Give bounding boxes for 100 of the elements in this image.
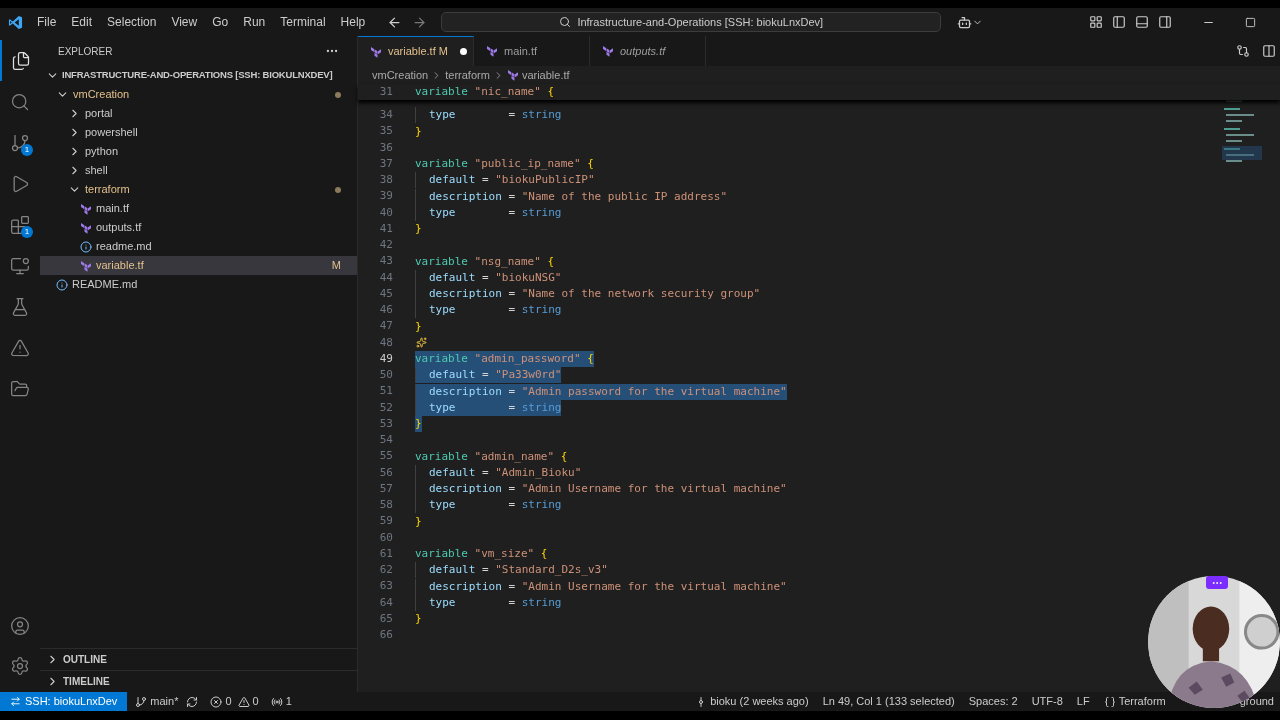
forward-icon[interactable] (412, 14, 428, 30)
tree-item[interactable]: README.md (40, 275, 357, 294)
error-icon (210, 695, 223, 708)
tree-item[interactable]: vmCreation (40, 85, 357, 104)
status-item[interactable]: UTF-8 (1031, 693, 1063, 710)
layout-icon[interactable] (1089, 15, 1103, 29)
tree-item-label: vmCreation (73, 87, 130, 103)
git-icon (10, 132, 30, 153)
line-number: 50 (378, 367, 393, 384)
panel-right-icon[interactable] (1158, 15, 1172, 29)
menu-item[interactable]: Run (243, 13, 266, 31)
sync-icon[interactable] (186, 695, 199, 708)
tree-item-label: variable.tf (96, 258, 144, 274)
code-line: variable "nic_name" { (415, 84, 555, 101)
modified-status-text: M (331, 258, 341, 274)
menu-item[interactable]: View (171, 13, 198, 31)
tree-item[interactable]: terraform (40, 180, 357, 199)
line-number: 60 (378, 529, 393, 546)
line-number: 37 (378, 155, 393, 172)
ports-indicator[interactable]: 1 (270, 693, 292, 710)
tree-item-label: terraform (85, 182, 130, 198)
line-number: 45 (378, 285, 393, 302)
menu-item[interactable]: Selection (107, 13, 157, 31)
terraform-icon (486, 45, 498, 57)
tree-item[interactable]: outputs.tf (40, 218, 357, 237)
status-item[interactable]: Spaces: 2 (968, 693, 1018, 710)
split-editor-icon[interactable] (1262, 44, 1276, 58)
sparkle-icon[interactable] (416, 336, 427, 348)
line-number: 61 (378, 545, 393, 562)
count-badge: 1 (21, 226, 33, 238)
activity-bar-button[interactable]: 1 (0, 122, 40, 163)
menu-item[interactable]: Terminal (280, 13, 326, 31)
compare-icon[interactable] (1236, 44, 1250, 58)
activity-bar-button[interactable]: 1 (0, 204, 40, 245)
editor-tab[interactable]: main.tf (474, 36, 590, 66)
status-item[interactable]: Ln 49, Col 1 (133 selected) (822, 693, 955, 710)
breadcrumb-item[interactable]: vmCreation (372, 66, 429, 84)
tree-item[interactable]: portal (40, 104, 357, 123)
line-number: 48 (378, 334, 393, 351)
tree-item[interactable]: readme.md (40, 237, 357, 256)
branch-indicator[interactable]: main* (135, 693, 179, 710)
code-line: variable "public_ip_name" { (415, 156, 594, 173)
line-number: 38 (378, 172, 393, 189)
status-item[interactable]: Terraform (1103, 693, 1166, 710)
account-icon[interactable] (10, 616, 30, 636)
tree-item[interactable]: shell (40, 161, 357, 180)
panel-left-icon[interactable] (1112, 15, 1126, 29)
panel-header[interactable]: OUTLINE (40, 648, 357, 670)
menu-item[interactable]: Go (212, 13, 229, 31)
back-icon[interactable] (387, 14, 403, 30)
count-badge: 1 (21, 144, 33, 156)
status-item[interactable]: bioku (2 weeks ago) (695, 693, 809, 710)
workspace-root[interactable]: INFRASTRUCTURE-AND-OPERATIONS [SSH: BIOKULNXDEV] (62, 68, 333, 83)
editor-tab[interactable]: variable.tf M (358, 36, 474, 66)
options-badge[interactable] (1206, 576, 1228, 589)
command-center[interactable]: Infrastructure-and-Operations [SSH: biokuLnxDev] (441, 12, 942, 32)
line-number: 54 (378, 432, 393, 449)
tree-item[interactable]: powershell (40, 123, 357, 142)
branch-icon (135, 695, 148, 708)
tree-item-label: shell (85, 163, 108, 179)
tree-item-label: powershell (85, 125, 138, 141)
terraform-icon (506, 69, 519, 81)
menu-item[interactable]: File (37, 13, 57, 31)
breadcrumb-item[interactable]: terraform (445, 66, 490, 84)
app-logo (8, 14, 23, 30)
tree-item[interactable]: main.tf (40, 199, 357, 218)
tree-item[interactable]: variable.tf M (40, 256, 357, 275)
code-line: variable "admin_name" { (415, 448, 568, 465)
line-number: 53 (378, 415, 393, 432)
breadcrumb-item[interactable]: variable.tf (521, 66, 570, 84)
line-number: 49 (378, 350, 393, 367)
panel-bottom-icon[interactable] (1135, 15, 1149, 29)
code-line: description = "Admin Username for the virtual machine" (415, 481, 787, 498)
code-line: } (415, 221, 422, 238)
line-number: 43 (378, 253, 393, 270)
editor-tab[interactable]: outputs.tf (590, 36, 706, 66)
menu-item[interactable]: Edit (71, 13, 93, 31)
line-number: 31 (378, 83, 393, 100)
info-icon (56, 278, 68, 291)
line-number: 59 (378, 513, 393, 530)
terraform-icon (370, 45, 382, 58)
antenna-icon (270, 695, 283, 708)
line-number: 52 (378, 399, 393, 416)
remote-indicator[interactable]: SSH: biokuLnxDev (0, 692, 128, 711)
menu-item[interactable]: Help (340, 13, 366, 31)
line-number: 57 (378, 480, 393, 497)
warning-icon (237, 695, 250, 708)
maximize-icon[interactable] (1245, 16, 1256, 28)
code-line: } (415, 123, 422, 140)
problems-indicator[interactable]: 0 0 (210, 693, 259, 710)
status-item[interactable]: LF (1076, 693, 1090, 710)
line-number: 56 (378, 464, 393, 481)
code-line: type = string (415, 497, 562, 514)
search-icon (559, 16, 572, 28)
settings-icon[interactable] (10, 656, 30, 676)
tree-item-label: python (85, 144, 119, 160)
tree-item[interactable]: python (40, 142, 357, 161)
remote-icon (10, 255, 30, 276)
line-number: 62 (378, 562, 393, 579)
line-number: 36 (378, 139, 393, 156)
